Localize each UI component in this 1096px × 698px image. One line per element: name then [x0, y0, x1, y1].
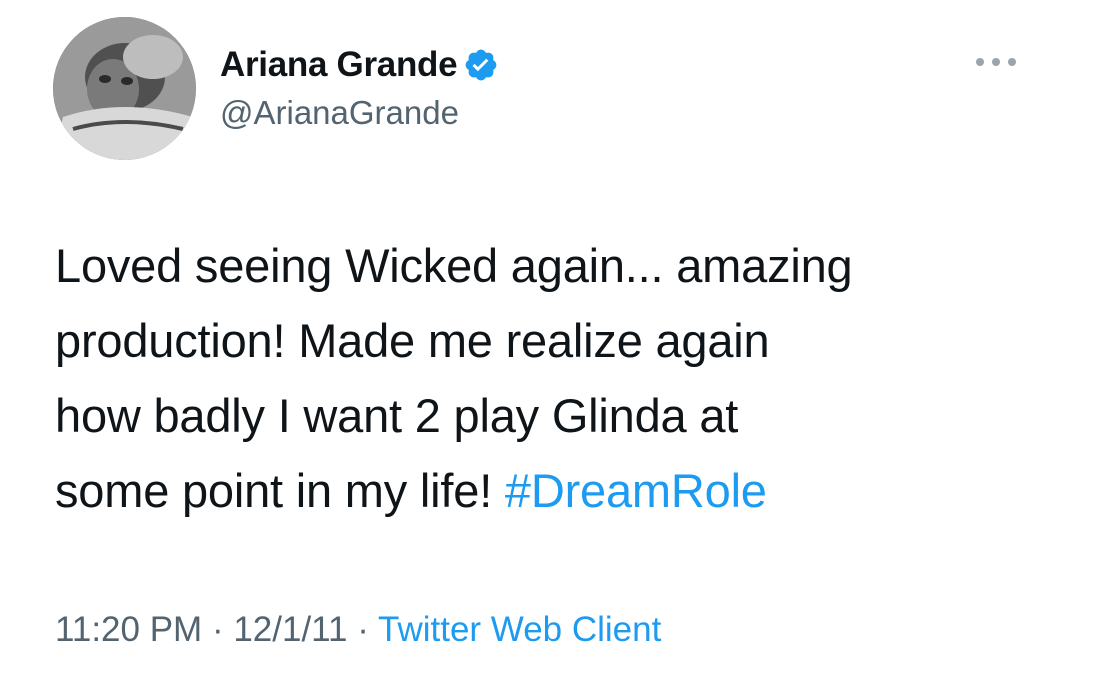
- name-row: Ariana Grande: [220, 40, 499, 90]
- tweet-line-last: some point in my life! #DreamRole: [55, 453, 1055, 528]
- tweet-source-link[interactable]: Twitter Web Client: [378, 610, 661, 649]
- tweet-metadata: 11:20 PM · 12/1/11 · Twitter Web Client: [55, 610, 661, 650]
- more-dot: [992, 58, 1000, 66]
- meta-separator: ·: [347, 610, 378, 649]
- tweet-line: how badly I want 2 play Glinda at: [55, 389, 739, 442]
- verified-badge-icon: [463, 47, 499, 83]
- avatar-image: [53, 17, 196, 160]
- tweet-date[interactable]: 12/1/11: [233, 610, 347, 649]
- hashtag-link[interactable]: #DreamRole: [505, 464, 767, 517]
- tweet-line-text: some point in my life!: [55, 464, 505, 517]
- meta-separator: ·: [202, 610, 234, 649]
- more-dot: [976, 58, 984, 66]
- tweet-line: Loved seeing Wicked again... amazing: [55, 239, 853, 292]
- more-options-icon[interactable]: [976, 48, 1016, 76]
- tweet-card: Ariana Grande @ArianaGrande Loved seeing…: [0, 0, 1096, 698]
- tweet-text: Loved seeing Wicked again... amazing pro…: [55, 228, 1055, 528]
- avatar[interactable]: [53, 17, 196, 160]
- tweet-line: production! Made me realize again: [55, 314, 770, 367]
- display-name[interactable]: Ariana Grande: [220, 45, 458, 85]
- more-dot: [1008, 58, 1016, 66]
- user-handle[interactable]: @ArianaGrande: [220, 94, 459, 132]
- tweet-time[interactable]: 11:20 PM: [55, 610, 202, 649]
